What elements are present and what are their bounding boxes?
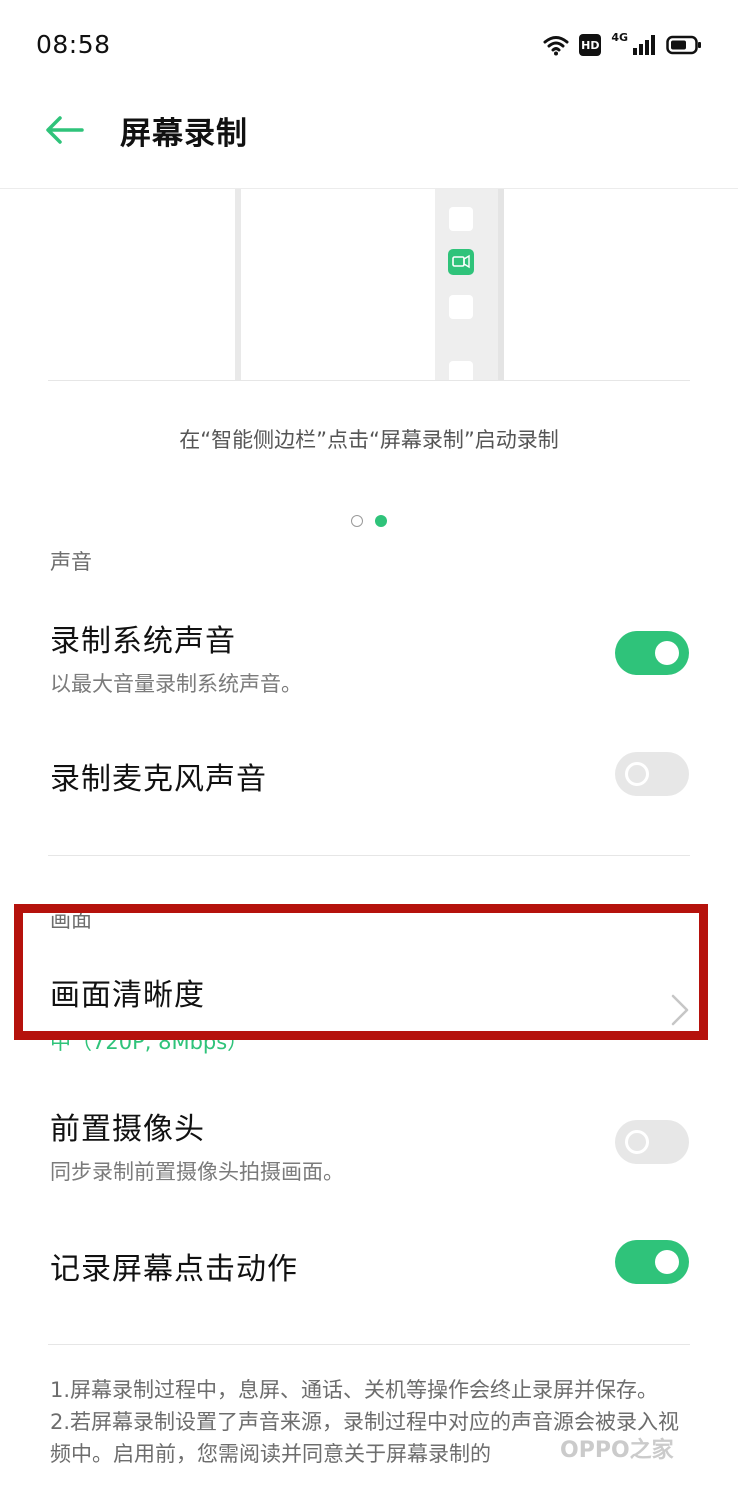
pager-dot-2[interactable] <box>375 515 387 527</box>
system-audio-toggle[interactable] <box>615 631 689 675</box>
setting-row-video-quality[interactable]: 画面清晰度 中（720P, 8Mbps） <box>0 956 738 1056</box>
chevron-right-icon <box>671 994 689 1026</box>
front-camera-toggle[interactable] <box>615 1120 689 1164</box>
section-divider <box>48 855 690 856</box>
battery-icon <box>666 35 701 55</box>
pager-dot-1[interactable] <box>351 515 363 527</box>
setting-subtitle: 以最大音量录制系统声音。 <box>50 672 302 696</box>
setting-title: 记录屏幕点击动作 <box>50 1252 298 1287</box>
setting-title: 画面清晰度 <box>50 978 205 1013</box>
arrow-left-icon <box>46 116 84 144</box>
app-bar: 屏幕录制 <box>0 90 738 188</box>
mic-audio-toggle[interactable] <box>615 752 689 796</box>
toggle-knob <box>655 641 679 665</box>
notes-divider <box>48 1344 690 1345</box>
setting-title: 前置摄像头 <box>50 1112 205 1147</box>
back-button[interactable] <box>40 110 88 150</box>
setting-subtitle: 同步录制前置摄像头拍摄画面。 <box>50 1160 344 1184</box>
wifi-icon <box>543 36 569 56</box>
status-icons: HD 4G <box>543 30 702 60</box>
cellular-signal-icon <box>633 35 655 55</box>
sidebar-illustration <box>48 189 690 381</box>
toggle-knob <box>655 1250 679 1274</box>
network-type-label: 4G <box>611 30 628 44</box>
setting-row-system-audio[interactable]: 录制系统声音 以最大音量录制系统声音。 <box>0 600 738 710</box>
hd-icon: HD <box>579 34 602 56</box>
setting-row-front-camera[interactable]: 前置摄像头 同步录制前置摄像头拍摄画面。 <box>0 1090 738 1200</box>
section-header-picture: 画面 <box>50 908 92 932</box>
toggle-knob <box>625 1130 649 1154</box>
status-bar: 08:58 HD 4G <box>0 0 738 90</box>
setting-title: 录制系统声音 <box>50 624 236 659</box>
record-touches-toggle[interactable] <box>615 1240 689 1284</box>
note-item: 1.屏幕录制过程中，息屏、通话、关机等操作会终止录屏并保存。 <box>50 1378 659 1402</box>
screen-recording-settings-page: 08:58 HD 4G 屏幕录制 在“智能侧边栏”点击“屏幕录制”启动录制 声音… <box>0 0 738 1500</box>
setting-value: 中（720P, 8Mbps） <box>50 1030 249 1054</box>
status-time: 08:58 <box>36 30 111 59</box>
carousel-pager <box>0 515 738 527</box>
illustration-caption: 在“智能侧边栏”点击“屏幕录制”启动录制 <box>179 428 559 452</box>
setting-title: 录制麦克风声音 <box>50 762 267 797</box>
toggle-knob <box>625 762 649 786</box>
watermark-logo: OPPO之家 <box>560 1438 674 1463</box>
setting-row-record-touches[interactable]: 记录屏幕点击动作 <box>0 1230 738 1310</box>
illustration-baseline <box>48 380 690 381</box>
page-title: 屏幕录制 <box>120 116 248 152</box>
setting-row-mic-audio[interactable]: 录制麦克风声音 <box>0 740 738 820</box>
section-header-sound: 声音 <box>50 550 92 574</box>
